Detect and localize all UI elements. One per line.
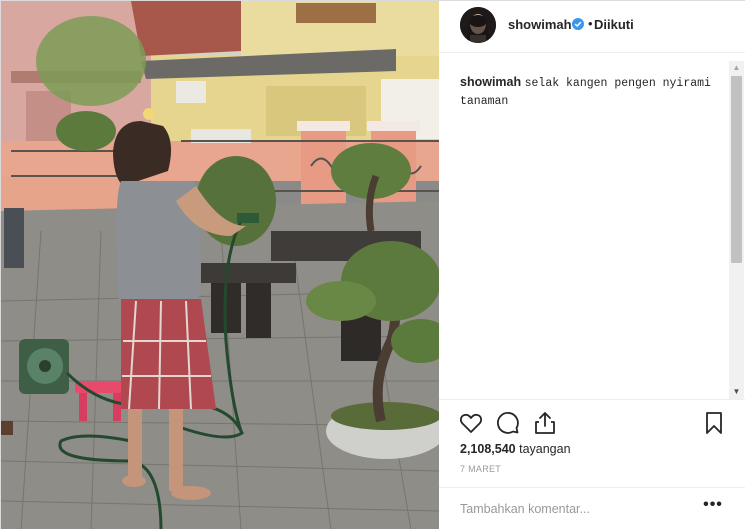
- post-date[interactable]: 7 MARET: [460, 464, 501, 474]
- comment-input[interactable]: [460, 500, 690, 518]
- header-separator: •: [588, 16, 593, 31]
- post-header: showimah • Diikuti: [439, 1, 745, 53]
- caption: showimah selak kangen pengen nyirami tan…: [460, 74, 722, 110]
- heart-outline-icon[interactable]: [458, 410, 484, 436]
- post-video[interactable]: [1, 1, 439, 529]
- instagram-post: showimah • Diikuti showimah selak kangen…: [0, 0, 745, 529]
- username-link[interactable]: showimah: [508, 17, 572, 32]
- post-side-panel: showimah • Diikuti showimah selak kangen…: [439, 1, 745, 529]
- post-actions: 2,108,540 tayangan 7 MARET: [439, 399, 745, 489]
- follow-status-button[interactable]: Diikuti: [594, 17, 634, 32]
- comments-section: showimah selak kangen pengen nyirami tan…: [439, 54, 731, 399]
- views-label: tayangan: [519, 442, 571, 456]
- speech-bubble-icon[interactable]: [495, 410, 521, 436]
- views-number: 2,108,540: [460, 442, 516, 456]
- bookmark-icon[interactable]: [701, 410, 727, 436]
- add-comment-bar: •••: [439, 487, 745, 529]
- scroll-up-icon[interactable]: ▲: [729, 61, 744, 75]
- scroll-thumb[interactable]: [731, 76, 742, 263]
- verified-badge-icon: [572, 18, 584, 30]
- share-arrow-icon[interactable]: [532, 410, 558, 436]
- video-frame-illustration: [1, 1, 439, 529]
- avatar[interactable]: [460, 7, 496, 43]
- view-count[interactable]: 2,108,540 tayangan: [460, 442, 571, 456]
- avatar-image: [460, 7, 496, 43]
- caption-username[interactable]: showimah: [460, 75, 521, 89]
- scroll-down-icon[interactable]: ▼: [729, 385, 744, 399]
- ellipsis-icon[interactable]: •••: [701, 497, 725, 517]
- comments-scrollbar[interactable]: ▲ ▼: [729, 61, 744, 399]
